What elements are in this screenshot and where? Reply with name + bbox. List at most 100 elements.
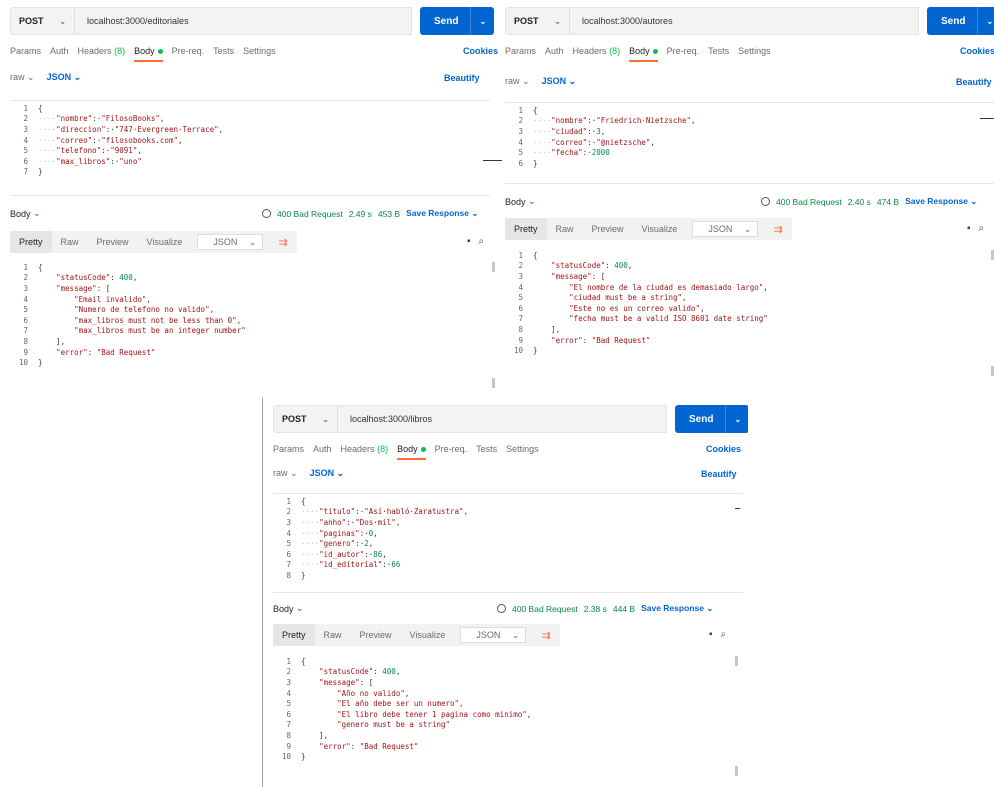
wrap-lines-icon[interactable]: ⇉ — [269, 236, 296, 249]
search-icon[interactable]: ⌕ — [479, 236, 485, 247]
raw-select[interactable]: raw ⌄ — [505, 76, 530, 87]
response-size[interactable]: 444 B — [613, 604, 635, 614]
response-time[interactable]: 2.38 s — [584, 604, 607, 614]
tab-body[interactable]: Body — [397, 444, 426, 460]
scrollbar[interactable] — [492, 378, 495, 388]
cookies-link[interactable]: Cookies — [960, 46, 994, 56]
tab-tests[interactable]: Tests — [708, 46, 729, 56]
tab-params[interactable]: Params — [505, 46, 536, 56]
scrollbar[interactable] — [492, 262, 495, 272]
code-token: , — [600, 126, 606, 136]
tab-headers[interactable]: Headers (8) — [573, 46, 621, 56]
tab-raw[interactable]: Raw — [547, 224, 583, 234]
method-select[interactable]: POST ⌄ — [273, 405, 337, 433]
response-body-select[interactable]: Body ⌄ — [273, 603, 304, 614]
json-select[interactable]: JSON ⌄ — [310, 468, 345, 479]
url-input[interactable]: localhost:3000/autores — [569, 7, 919, 35]
copy-icon[interactable]: ▪ — [709, 629, 713, 640]
tab-raw[interactable]: Raw — [315, 630, 351, 640]
send-button[interactable]: Send ⌄ — [927, 7, 994, 35]
globe-icon[interactable] — [761, 197, 770, 206]
globe-icon[interactable] — [262, 209, 271, 218]
tab-raw[interactable]: Raw — [52, 237, 88, 247]
chevron-down-icon[interactable]: ⌄ — [470, 7, 494, 35]
tab-preview[interactable]: Preview — [583, 224, 633, 234]
tab-visualize[interactable]: Visualize — [633, 224, 687, 234]
tab-preview[interactable]: Preview — [351, 630, 401, 640]
response-body-viewer[interactable]: 1{2 "statusCode": 400, 3 "message": [4 "A… — [273, 656, 531, 762]
tab-params[interactable]: Params — [10, 46, 41, 56]
response-body-viewer[interactable]: 1{2 "statusCode": 400, 3 "message": [4 "E… — [505, 250, 768, 356]
method-select[interactable]: POST ⌄ — [505, 7, 569, 35]
globe-icon[interactable] — [497, 604, 506, 613]
status-code[interactable]: 400 Bad Request — [277, 209, 343, 219]
tab-auth[interactable]: Auth — [545, 46, 564, 56]
response-size[interactable]: 453 B — [378, 209, 400, 219]
method-select[interactable]: POST ⌄ — [10, 7, 74, 35]
send-button[interactable]: Send ⌄ — [420, 7, 495, 35]
copy-icon[interactable]: ▪ — [967, 223, 971, 234]
tab-visualize[interactable]: Visualize — [401, 630, 455, 640]
response-body-viewer[interactable]: 1{2 "statusCode": 400, 3 "message": [4 "E… — [10, 262, 246, 368]
url-input[interactable]: localhost:3000/editoriales — [74, 7, 412, 35]
response-format-select[interactable]: JSON ⌄ — [197, 234, 264, 250]
beautify-link[interactable]: Beautify — [701, 469, 737, 479]
tab-params[interactable]: Params — [273, 444, 304, 454]
search-icon[interactable]: ⌕ — [721, 629, 727, 640]
wrap-lines-icon[interactable]: ⇉ — [764, 223, 791, 236]
url-input[interactable]: localhost:3000/libros — [337, 405, 667, 433]
tab-tests[interactable]: Tests — [213, 46, 234, 56]
status-code[interactable]: 400 Bad Request — [512, 604, 578, 614]
search-icon[interactable]: ⌕ — [979, 223, 985, 234]
tab-preview[interactable]: Preview — [88, 237, 138, 247]
code-token: :· — [346, 517, 356, 527]
tab-settings[interactable]: Settings — [506, 444, 539, 454]
status-code[interactable]: 400 Bad Request — [776, 197, 842, 207]
chevron-down-icon[interactable]: ⌄ — [725, 405, 748, 433]
json-select[interactable]: JSON ⌄ — [542, 76, 577, 87]
tab-pretty[interactable]: Pretty — [505, 218, 547, 240]
save-response-button[interactable]: Save Response ⌄ — [641, 603, 713, 614]
tab-pretty[interactable]: Pretty — [10, 231, 52, 253]
tab-pretty[interactable]: Pretty — [273, 624, 315, 646]
tab-tests[interactable]: Tests — [476, 444, 497, 454]
scrollbar[interactable] — [735, 766, 738, 776]
tab-body[interactable]: Body — [134, 46, 163, 62]
tab-prereq[interactable]: Pre-req. — [667, 46, 700, 56]
raw-select[interactable]: raw ⌄ — [10, 72, 35, 83]
tab-prereq[interactable]: Pre-req. — [435, 444, 468, 454]
save-response-button[interactable]: Save Response ⌄ — [406, 208, 478, 219]
tab-settings[interactable]: Settings — [738, 46, 771, 56]
save-response-button[interactable]: Save Response ⌄ — [905, 196, 977, 207]
response-size[interactable]: 474 B — [877, 197, 899, 207]
request-body-editor[interactable]: 1{2 ···· "nombre":· "Friedrich·Nietzsche", 3… — [505, 102, 994, 184]
response-format-select[interactable]: JSON ⌄ — [692, 221, 759, 237]
response-body-select[interactable]: Body ⌄ — [505, 196, 536, 207]
send-button[interactable]: Send ⌄ — [675, 405, 748, 433]
tab-settings[interactable]: Settings — [243, 46, 276, 56]
code-token: ···· — [301, 507, 320, 517]
tab-headers[interactable]: Headers (8) — [341, 444, 389, 454]
tab-headers[interactable]: Headers (8) — [78, 46, 126, 56]
tab-auth[interactable]: Auth — [313, 444, 332, 454]
json-select[interactable]: JSON ⌄ — [47, 72, 82, 83]
chevron-down-icon[interactable]: ⌄ — [977, 7, 994, 35]
request-body-editor[interactable]: 1{2 ···· "titulo":· "Así·habló·Zaratustra",… — [273, 493, 743, 593]
cookies-link[interactable]: Cookies — [706, 444, 741, 454]
cookies-link[interactable]: Cookies — [463, 46, 498, 56]
response-format-select[interactable]: JSON ⌄ — [460, 627, 527, 643]
tab-body[interactable]: Body — [629, 46, 658, 62]
scrollbar[interactable] — [735, 656, 738, 666]
response-body-select[interactable]: Body ⌄ — [10, 208, 41, 219]
tab-visualize[interactable]: Visualize — [138, 237, 192, 247]
tab-auth[interactable]: Auth — [50, 46, 69, 56]
copy-icon[interactable]: ▪ — [467, 236, 471, 247]
tab-prereq[interactable]: Pre-req. — [172, 46, 205, 56]
beautify-link[interactable]: Beautify — [956, 77, 992, 87]
beautify-link[interactable]: Beautify — [444, 73, 480, 83]
response-time[interactable]: 2.49 s — [349, 209, 372, 219]
request-body-editor[interactable]: 1{2 ···· "nombre":· "FilosoBooks", 3 ···· "dir… — [10, 100, 490, 196]
response-time[interactable]: 2.40 s — [848, 197, 871, 207]
wrap-lines-icon[interactable]: ⇉ — [532, 629, 559, 642]
raw-select[interactable]: raw ⌄ — [273, 468, 298, 479]
